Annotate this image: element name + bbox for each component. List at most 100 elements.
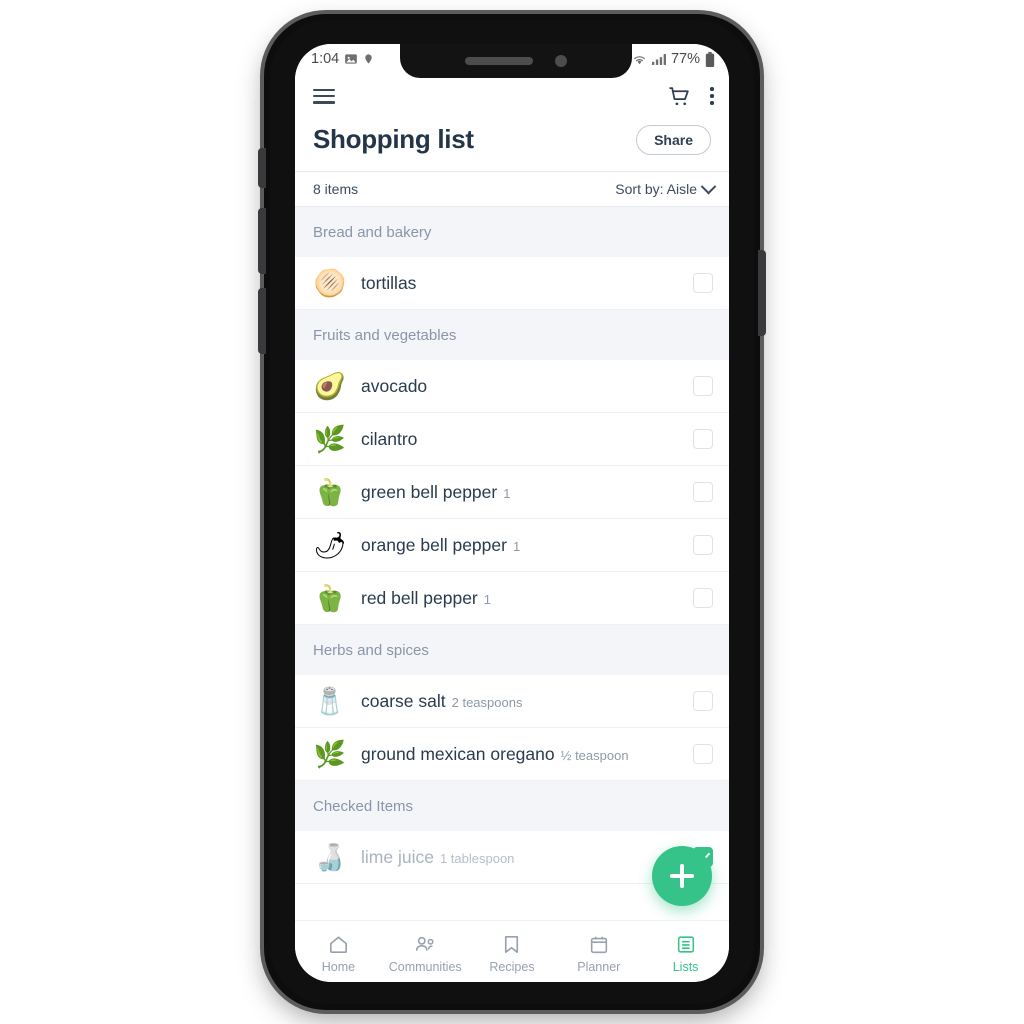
more-vertical-icon[interactable]: [710, 87, 714, 105]
front-camera: [555, 55, 567, 67]
item-name: ground mexican oregano: [361, 743, 555, 764]
shopping-list-scroll[interactable]: Bread and bakery 🫓 tortillas Fruits and veg…: [295, 207, 729, 920]
item-thumbnail-icon: 🌿: [313, 424, 347, 454]
item-thumbnail-icon: 🫑: [313, 477, 347, 507]
item-checkbox[interactable]: [693, 691, 713, 711]
item-name: avocado: [361, 375, 428, 396]
status-bar-left: 1:04: [311, 51, 374, 67]
item-quantity: 1: [512, 538, 521, 554]
chevron-down-icon: [700, 178, 717, 194]
item-thumbnail-icon: 🌿: [313, 739, 347, 769]
shopping-cart-icon[interactable]: [667, 84, 692, 109]
item-name: red bell pepper: [361, 587, 478, 608]
wifi-icon: [632, 53, 647, 66]
nav-item-label: Home: [321, 960, 356, 974]
item-thumbnail-icon: 🍶: [313, 842, 347, 872]
sort-by-dropdown[interactable]: Sort by: Aisle: [615, 178, 717, 197]
nav-item-label: Recipes: [489, 960, 535, 974]
list-item[interactable]: 🌿 ground mexican oregano ½ teaspoon: [295, 728, 729, 781]
nav-item-label: Lists: [672, 960, 699, 974]
nav-item-label: Planner: [577, 960, 621, 974]
battery-percent: 77%: [670, 51, 700, 67]
list-item[interactable]: 🥑 avocado: [295, 360, 729, 413]
item-quantity: 1: [503, 485, 511, 501]
title-row: Shopping list Share: [295, 118, 729, 171]
item-quantity: 1 tablespoon: [439, 850, 515, 866]
page-title: Shopping list: [313, 124, 474, 154]
list-item[interactable]: 🌶 orange bell pepper 1: [295, 519, 729, 572]
item-checkbox[interactable]: [693, 744, 713, 764]
section-header: Bread and bakery: [295, 207, 729, 257]
nav-item-communities[interactable]: Communities: [382, 933, 469, 974]
item-thumbnail-icon: 🧂: [313, 686, 347, 716]
phone-volume-up-button[interactable]: [258, 208, 266, 274]
section-header: Fruits and vegetables: [295, 310, 729, 360]
item-quantity: 2 teaspoons: [451, 694, 523, 710]
battery-icon: [705, 51, 715, 67]
image-icon: [344, 52, 358, 66]
item-checkbox[interactable]: [693, 376, 713, 396]
bottom-navigation: Home Communities Recipes Planner Lists: [295, 920, 729, 982]
item-name: orange bell pepper: [361, 534, 507, 555]
item-name: lime juice: [361, 846, 434, 867]
signal-icon: [651, 53, 666, 66]
item-count-label: 8 items: [313, 181, 359, 197]
item-thumbnail-icon: 🫑: [313, 583, 347, 613]
screenshot-stage: 1:04 77% Shopping list Share 8 items Sor…: [0, 0, 1024, 1024]
list-item[interactable]: 🫑 green bell pepper 1: [295, 466, 729, 519]
item-text: lime juice 1 tablespoon: [361, 847, 693, 868]
nav-item-label: Communities: [388, 960, 462, 974]
phone-notch: [400, 44, 632, 78]
nav-item-recipes[interactable]: Recipes: [469, 933, 556, 974]
share-button[interactable]: Share: [636, 124, 711, 155]
list-item[interactable]: 🫓 tortillas: [295, 257, 729, 310]
item-text: coarse salt 2 teaspoons: [361, 691, 693, 712]
calendar-icon: [588, 933, 610, 955]
item-text: avocado: [361, 376, 693, 397]
status-bar: 1:04 77%: [295, 44, 729, 78]
phone-mute-button[interactable]: [258, 148, 266, 188]
item-thumbnail-icon: 🫓: [313, 268, 347, 298]
item-thumbnail-icon: 🥑: [313, 371, 347, 401]
section-header: Herbs and spices: [295, 625, 729, 675]
phone-power-button[interactable]: [758, 250, 766, 336]
nav-item-lists[interactable]: Lists: [642, 933, 729, 974]
list-item[interactable]: 🧂 coarse salt 2 teaspoons: [295, 675, 729, 728]
sort-by-label: Sort by: Aisle: [615, 181, 697, 197]
item-text: cilantro: [361, 429, 693, 450]
item-thumbnail-icon: 🌶: [313, 530, 347, 560]
app-bar-actions: [667, 84, 714, 109]
item-text: red bell pepper 1: [361, 588, 693, 609]
section-header: Checked Items: [295, 781, 729, 831]
home-icon: [327, 933, 350, 955]
communities-people-icon: [413, 933, 437, 955]
item-name: cilantro: [361, 428, 418, 449]
phone-volume-down-button[interactable]: [258, 288, 266, 354]
shopping-list-body: Bread and bakery 🫓 tortillas Fruits and veg…: [295, 207, 729, 884]
nav-item-home[interactable]: Home: [295, 933, 382, 974]
item-checkbox[interactable]: [693, 535, 713, 555]
item-checkbox[interactable]: [693, 429, 713, 449]
bookmark-icon: [501, 933, 522, 955]
item-checkbox[interactable]: [693, 482, 713, 502]
item-text: orange bell pepper 1: [361, 535, 693, 556]
app-bar: [295, 74, 729, 118]
item-name: coarse salt: [361, 690, 446, 711]
status-bar-right: 77%: [632, 51, 715, 67]
item-quantity: 1: [483, 591, 491, 607]
item-text: green bell pepper 1: [361, 482, 693, 503]
item-checkbox[interactable]: [693, 273, 713, 293]
list-item[interactable]: 🫑 red bell pepper 1: [295, 572, 729, 625]
hamburger-menu-icon[interactable]: [313, 88, 335, 104]
item-checkbox[interactable]: [693, 588, 713, 608]
list-item[interactable]: 🌿 cilantro: [295, 413, 729, 466]
nav-item-planner[interactable]: Planner: [555, 933, 642, 974]
item-quantity: ½ teaspoon: [560, 747, 629, 763]
location-icon: [363, 52, 374, 66]
item-text: ground mexican oregano ½ teaspoon: [361, 744, 693, 765]
add-item-fab[interactable]: [652, 846, 712, 906]
earpiece-speaker: [465, 57, 533, 65]
list-meta-row: 8 items Sort by: Aisle: [295, 171, 729, 207]
list-icon: [675, 933, 697, 955]
item-name: tortillas: [361, 272, 417, 293]
